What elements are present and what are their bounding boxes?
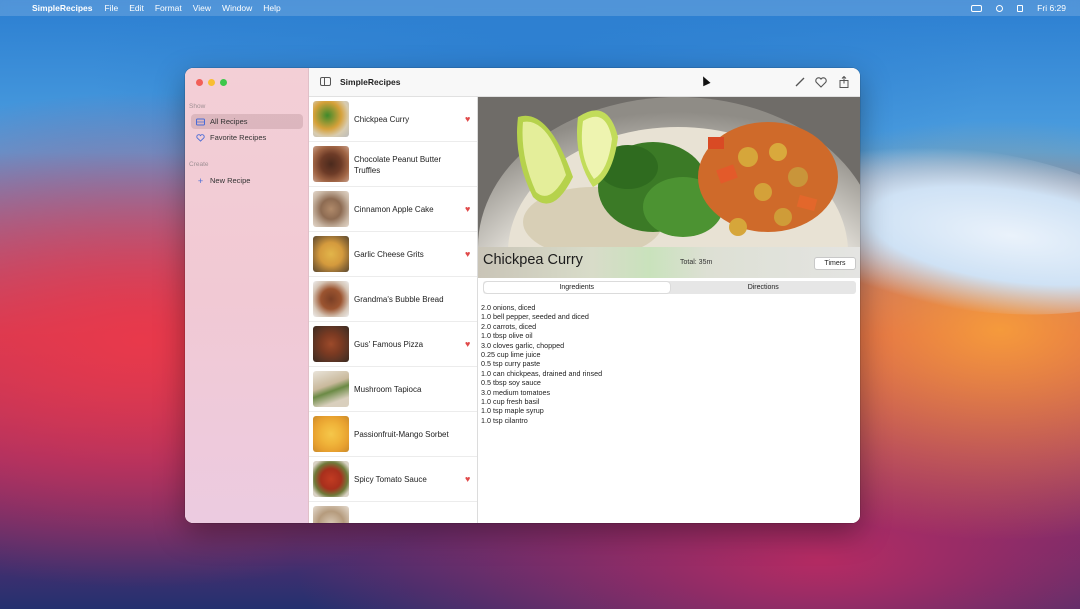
recipe-name: Passionfruit-Mango Sorbet	[354, 430, 449, 439]
timers-button[interactable]: Timers	[814, 257, 856, 270]
ingredient-item: 1.0 can chickpeas, drained and rinsed	[481, 368, 603, 378]
recipe-name: Grandma's Bubble Bread	[354, 295, 444, 304]
ingredient-item: 1.0 bell pepper, seeded and diced	[481, 312, 589, 322]
list-item-cinnamon-apple-cake[interactable]: Cinnamon Apple Cake ♥	[309, 187, 477, 232]
list-item-chocolate-truffles[interactable]: Chocolate Peanut Butter Truffles	[309, 142, 477, 187]
ingredient-item: 3.0 medium tomatoes	[481, 387, 551, 397]
menu-view[interactable]: View	[193, 3, 211, 13]
list-item-passionfruit-sorbet[interactable]: Passionfruit-Mango Sorbet	[309, 412, 477, 457]
recipe-thumbnail	[313, 146, 349, 182]
recipe-thumbnail	[313, 191, 349, 227]
ingredient-item: 0.25 cup lime juice	[481, 350, 541, 360]
list-item-gus-pizza[interactable]: Gus' Famous Pizza ♥	[309, 322, 477, 367]
recipe-thumbnail	[313, 416, 349, 452]
ingredients-list: 2.0 onions, diced 1.0 bell pepper, seede…	[481, 303, 841, 425]
ingredient-item: 3.0 cloves garlic, chopped	[481, 340, 565, 350]
recipe-name: Cinnamon Apple Cake	[354, 205, 434, 214]
ingredient-item: 2.0 onions, diced	[481, 303, 536, 312]
sidebar-item-label: New Recipe	[210, 176, 251, 185]
ingredient-item: 2.0 carrots, diced	[481, 321, 537, 331]
tab-directions[interactable]: Directions	[671, 281, 857, 294]
toolbar: SimpleRecipes	[309, 68, 860, 97]
menu-app-name[interactable]: SimpleRecipes	[32, 3, 92, 13]
menu-format[interactable]: Format	[155, 3, 182, 13]
sidebar-item-all-recipes[interactable]: All Recipes	[191, 114, 303, 129]
spotlight-search-icon[interactable]	[996, 4, 1004, 12]
sidebar-item-new-recipe[interactable]: + New Recipe	[191, 173, 303, 188]
list-item-spicy-tomato-sauce[interactable]: Spicy Tomato Sauce ♥	[309, 457, 477, 502]
recipe-thumbnail	[313, 101, 349, 137]
tray-icon	[196, 118, 205, 126]
recipe-name: Chickpea Curry	[354, 115, 410, 124]
battery-icon[interactable]	[971, 4, 983, 12]
favorite-heart-icon[interactable]	[814, 75, 828, 89]
ingredient-item: 0.5 tsp curry paste	[481, 359, 541, 369]
ingredients-directions-tabs: Ingredients Directions	[483, 281, 856, 294]
list-item-chickpea-curry[interactable]: Chickpea Curry ♥	[309, 97, 477, 142]
recipe-thumbnail	[313, 506, 349, 523]
list-item-mushroom-tapioca[interactable]: Mushroom Tapioca	[309, 367, 477, 412]
favorite-heart-icon: ♥	[465, 339, 471, 349]
sidebar-toggle-icon[interactable]	[320, 77, 331, 86]
sidebar: Show All Recipes Favorite Recipes Create…	[185, 68, 309, 523]
edit-pencil-icon[interactable]	[793, 75, 807, 89]
recipe-title-bar: Chickpea Curry Total: 35m Timers	[478, 247, 860, 278]
heart-outline-icon	[196, 133, 205, 142]
sidebar-section-create: Create	[189, 161, 209, 168]
ingredient-item: 1.0 tbsp olive oil	[481, 331, 533, 341]
recipe-name: Gus' Famous Pizza	[354, 340, 424, 349]
ingredient-item: 0.5 tbsp soy sauce	[481, 378, 541, 388]
share-icon[interactable]	[837, 75, 851, 89]
app-window: Show All Recipes Favorite Recipes Create…	[185, 68, 860, 523]
recipe-thumbnail	[313, 236, 349, 272]
ingredient-item: 1.0 cup fresh basil	[481, 397, 540, 407]
recipe-title: Chickpea Curry	[483, 252, 583, 268]
recipe-thumbnail	[313, 371, 349, 407]
zoom-button[interactable]	[220, 79, 227, 86]
favorite-heart-icon: ♥	[465, 249, 471, 259]
ingredient-item: 1.0 tsp cilantro	[481, 415, 528, 425]
recipe-thumbnail	[313, 281, 349, 317]
sidebar-item-label: All Recipes	[210, 117, 248, 126]
window-title: SimpleRecipes	[340, 77, 401, 87]
favorite-heart-icon: ♥	[465, 204, 471, 214]
recipe-list: Chickpea Curry ♥ Chocolate Peanut Butter…	[309, 97, 478, 523]
window-controls	[196, 79, 227, 86]
menu-help[interactable]: Help	[263, 3, 280, 13]
recipe-thumbnail	[313, 461, 349, 497]
recipe-detail: Chickpea Curry Total: 35m Timers Ingredi…	[478, 97, 860, 523]
tab-ingredients[interactable]: Ingredients	[484, 282, 670, 293]
sidebar-item-favorite-recipes[interactable]: Favorite Recipes	[191, 130, 303, 145]
sidebar-section-show: Show	[189, 103, 206, 110]
recipe-hero-image	[478, 97, 860, 247]
recipe-name: Garlic Cheese Grits	[354, 250, 424, 259]
recipe-name: Spicy Tomato Sauce	[354, 475, 427, 484]
favorite-heart-icon: ♥	[465, 474, 471, 484]
list-item-garlic-cheese-grits[interactable]: Garlic Cheese Grits ♥	[309, 232, 477, 277]
menu-clock[interactable]: Fri 6:29	[1037, 3, 1066, 13]
menu-window[interactable]: Window	[222, 3, 252, 13]
recipe-name: Chocolate Peanut Butter Truffles	[354, 155, 442, 175]
total-time: Total: 35m	[680, 259, 713, 266]
ingredient-item: 1.0 tsp maple syrup	[481, 406, 544, 416]
sidebar-item-label: Favorite Recipes	[210, 133, 267, 142]
recipe-thumbnail	[313, 326, 349, 362]
recipe-name: Mushroom Tapioca	[354, 385, 422, 394]
minimize-button[interactable]	[208, 79, 215, 86]
plus-icon: +	[197, 175, 204, 186]
menu-file[interactable]: File	[104, 3, 118, 13]
menu-edit[interactable]: Edit	[129, 3, 144, 13]
favorite-heart-icon: ♥	[465, 114, 471, 124]
close-button[interactable]	[196, 79, 203, 86]
list-item-partial[interactable]	[309, 502, 477, 523]
menu-bar: SimpleRecipes File Edit Format View Wind…	[0, 0, 1080, 16]
control-center-icon[interactable]	[1017, 4, 1024, 12]
list-item-bubble-bread[interactable]: Grandma's Bubble Bread	[309, 277, 477, 322]
